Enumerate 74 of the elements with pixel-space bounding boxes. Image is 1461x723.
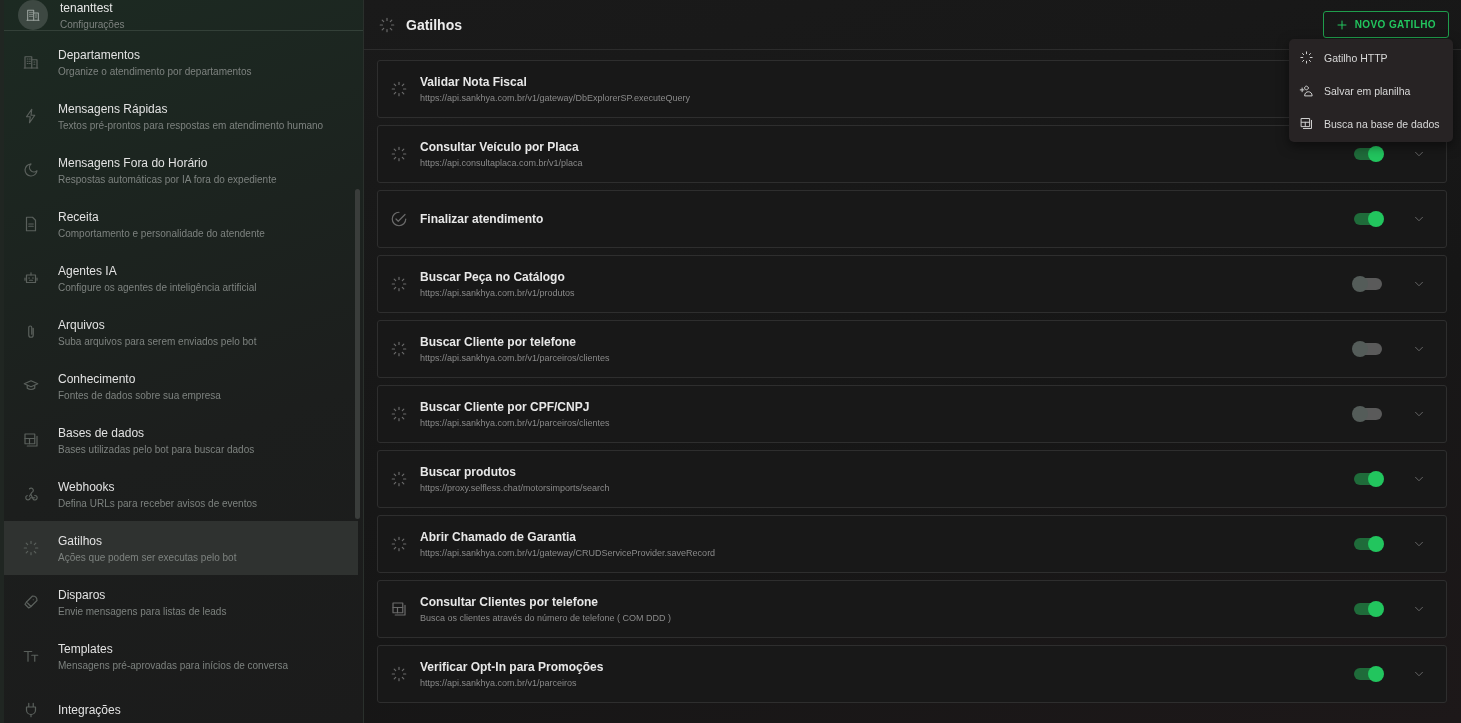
toggle-switch[interactable] bbox=[1354, 603, 1382, 615]
trigger-name: Finalizar atendimento bbox=[420, 212, 545, 226]
sidebar-item[interactable]: Arquivos Suba arquivos para serem enviados pelo bot bbox=[4, 305, 358, 359]
new-trigger-button[interactable]: NOVO GATILHO bbox=[1322, 11, 1449, 38]
trigger-card[interactable]: Abrir Chamado de Garantia https://api.sankhya.com.br/v1/gateway/CRUDServiceProvider.saveRecord bbox=[377, 515, 1447, 573]
toggle-switch[interactable] bbox=[1354, 408, 1382, 420]
trigger-url: https://api.sankhya.com.br/v1/produtos bbox=[420, 288, 576, 298]
trigger-card[interactable]: Buscar Cliente por telefone https://api.sankhya.com.br/v1/parceiros/clientes bbox=[377, 320, 1447, 378]
table-icon bbox=[390, 600, 408, 618]
trigger-card[interactable]: Verificar Opt-In para Promoções https://api.sankhya.com.br/v1/parceiros bbox=[377, 645, 1447, 703]
spark-icon bbox=[390, 340, 408, 358]
toggle-switch[interactable] bbox=[1354, 538, 1382, 550]
person-icon bbox=[1299, 83, 1314, 98]
trigger-url: https://api.sankhya.com.br/v1/gateway/CRUDServiceProvider.saveRecord bbox=[420, 548, 717, 558]
scrollbar-thumb[interactable] bbox=[355, 189, 360, 519]
trigger-card[interactable]: Buscar Peça no Catálogo https://api.sankhya.com.br/v1/produtos bbox=[377, 255, 1447, 313]
table-icon bbox=[22, 431, 40, 449]
sidebar-item[interactable]: Bases de dados Bases utilizadas pelo bot para buscar dados bbox=[4, 413, 358, 467]
trigger-name: Consultar Veículo por Placa bbox=[420, 140, 580, 154]
trigger-url: https://api.sankhya.com.br/v1/parceiros/clientes bbox=[420, 418, 611, 428]
trigger-name: Buscar Cliente por telefone bbox=[420, 335, 578, 349]
toggle-switch[interactable] bbox=[1354, 278, 1382, 290]
trigger-name: Buscar produtos bbox=[420, 465, 517, 479]
sidebar-item[interactable]: Integrações bbox=[4, 683, 358, 723]
sidebar-item[interactable]: Templates Mensagens pré-aprovadas para inícios de conversa bbox=[4, 629, 358, 683]
trigger-name: Buscar Cliente por CPF/CNPJ bbox=[420, 400, 591, 414]
webhook-icon bbox=[22, 485, 40, 503]
toggle-switch[interactable] bbox=[1354, 668, 1382, 680]
spark-icon bbox=[390, 535, 408, 553]
plus-icon bbox=[1335, 18, 1348, 31]
trigger-card[interactable]: Finalizar atendimento bbox=[377, 190, 1447, 248]
tenant-subtitle: Configurações bbox=[60, 18, 125, 30]
sidebar-item[interactable]: Mensagens Rápidas Textos pré-prontos para respostas em atendimento humano bbox=[4, 89, 358, 143]
trigger-name: Verificar Opt-In para Promoções bbox=[420, 660, 605, 674]
trigger-card[interactable]: Buscar produtos https://proxy.selfless.chat/motorsimports/search bbox=[377, 450, 1447, 508]
sidebar-item[interactable]: Webhooks Defina URLs para receber avisos de eventos bbox=[4, 467, 358, 521]
trigger-name: Buscar Peça no Catálogo bbox=[420, 270, 566, 284]
trigger-card[interactable]: Consultar Clientes por telefone Busca os clientes através do número de telefone ( COM DDD ) bbox=[377, 580, 1447, 638]
tenant-name: tenanttest bbox=[60, 0, 114, 15]
spark-icon bbox=[378, 15, 396, 34]
spark-icon bbox=[390, 405, 408, 423]
spark-icon bbox=[390, 470, 408, 488]
trigger-card[interactable]: Buscar Cliente por CPF/CNPJ https://api.sankhya.com.br/v1/parceiros/clientes bbox=[377, 385, 1447, 443]
page-title: Gatilhos bbox=[406, 16, 463, 33]
sidebar-item[interactable]: Departamentos Organize o atendimento por departamentos bbox=[4, 35, 358, 89]
table-icon bbox=[1299, 116, 1314, 131]
building-icon bbox=[22, 53, 40, 71]
spark-icon bbox=[1299, 50, 1314, 65]
trigger-name: Validar Nota Fiscal bbox=[420, 75, 528, 89]
toggle-switch[interactable] bbox=[1354, 148, 1382, 160]
spark-icon bbox=[390, 665, 408, 683]
toggle-switch[interactable] bbox=[1354, 343, 1382, 355]
sidebar-item[interactable]: Mensagens Fora do Horário Respostas automáticas por IA fora do expediente bbox=[4, 143, 358, 197]
trigger-name: Consultar Clientes por telefone bbox=[420, 595, 600, 609]
trigger-url: Busca os clientes através do número de telefone ( COM DDD ) bbox=[420, 613, 673, 623]
spark-icon bbox=[390, 275, 408, 293]
moon-icon bbox=[22, 161, 40, 179]
trigger-name: Abrir Chamado de Garantia bbox=[420, 530, 578, 544]
trigger-url: https://api.sankhya.com.br/v1/parceiros bbox=[420, 678, 578, 688]
spark-icon bbox=[390, 80, 408, 98]
sidebar-item[interactable]: Gatilhos Ações que podem ser executas pelo bot bbox=[4, 521, 358, 575]
spark-icon bbox=[390, 145, 408, 163]
toggle-switch[interactable] bbox=[1354, 473, 1382, 485]
sidebar-item[interactable]: Conhecimento Fontes de dados sobre sua empresa bbox=[4, 359, 358, 413]
toggle-switch[interactable] bbox=[1354, 213, 1382, 225]
trigger-url: https://api.consultaplaca.com.br/v1/placa bbox=[420, 158, 584, 168]
sidebar-item[interactable]: Disparos Envie mensagens para listas de leads bbox=[4, 575, 358, 629]
sidebar-item[interactable]: Receita Comportamento e personalidade do atendente bbox=[4, 197, 358, 251]
sidebar-item[interactable]: Agentes IA Configure os agentes de inteligência artificial bbox=[4, 251, 358, 305]
trigger-url: https://api.sankhya.com.br/v1/gateway/DbExplorerSP.executeQuery bbox=[420, 93, 691, 103]
trigger-url: https://proxy.selfless.chat/motorsimports/search bbox=[420, 483, 611, 493]
spark-icon bbox=[22, 539, 40, 557]
check-icon bbox=[390, 210, 408, 228]
trigger-url: https://api.sankhya.com.br/v1/parceiros/clientes bbox=[420, 353, 611, 363]
